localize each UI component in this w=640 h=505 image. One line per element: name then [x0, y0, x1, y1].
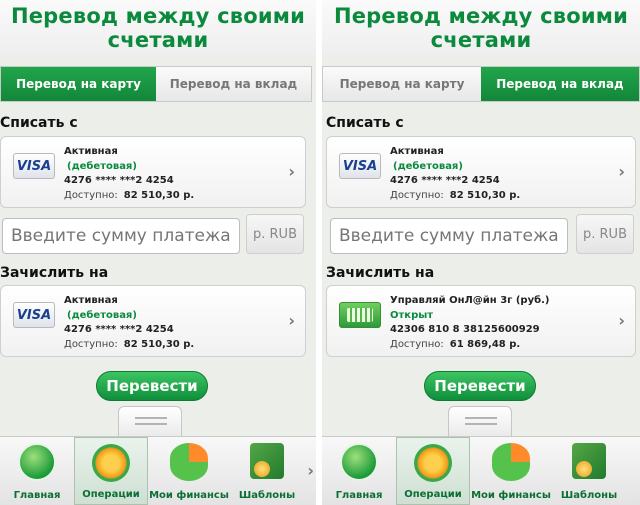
screen-deposit-transfer: Перевод между своими счетами Перевод на …	[322, 0, 640, 505]
visa-logo: VISA	[13, 302, 55, 328]
amount-input[interactable]	[330, 218, 568, 254]
chevron-right-icon: ›	[288, 311, 295, 330]
to-account-select[interactable]: Управляй ОнЛ@йн 3г (руб.) Открыт 42306 8…	[326, 285, 636, 357]
page-title-line1: Перевод между своими	[10, 4, 306, 28]
nav-home[interactable]: Главная	[0, 437, 74, 505]
tab-transfer-to-deposit[interactable]: Перевод на вклад	[481, 67, 639, 101]
currency-button[interactable]: р. RUB	[576, 214, 634, 254]
card-available: Доступно: 82 510,30 р.	[390, 190, 521, 201]
card-available: Доступно: 82 510,30 р.	[64, 190, 195, 201]
nav-operations[interactable]: Операции	[396, 437, 470, 505]
page-title-line2: счетами	[107, 28, 209, 52]
operations-icon	[414, 444, 452, 482]
drawer-handle[interactable]	[448, 406, 512, 438]
account-name: Управляй ОнЛ@йн 3г (руб.)	[390, 295, 550, 306]
transfer-button[interactable]: Перевести	[96, 371, 208, 401]
page-title: Перевод между своими счетами	[0, 0, 316, 58]
account-number: 42306 810 8 38125600929	[390, 324, 540, 335]
finances-icon	[492, 443, 530, 481]
nav-templates[interactable]: Шаблоны	[230, 437, 304, 505]
bottom-nav: Главная Операции Мои финансы Шаблоны ›	[0, 436, 316, 505]
home-icon	[18, 443, 56, 481]
drawer-handle[interactable]	[118, 406, 182, 438]
nav-home[interactable]: Главная	[322, 437, 396, 505]
sberbank-account-icon	[339, 302, 381, 328]
from-card-select[interactable]: VISA Активная (дебетовая) 4276 **** ***2…	[326, 136, 636, 208]
page-title-line1: Перевод между своими	[333, 4, 629, 28]
account-available: Доступно: 61 869,48 р.	[390, 339, 521, 350]
chevron-right-icon: ›	[288, 162, 295, 181]
card-number: 4276 **** ***2 4254	[390, 175, 500, 186]
chevron-right-icon[interactable]: ›	[307, 461, 314, 480]
from-card-select[interactable]: VISA Активная (дебетовая) 4276 **** ***2…	[0, 136, 306, 208]
templates-icon	[572, 443, 606, 479]
card-type: (дебетовая)	[67, 161, 137, 172]
finances-icon	[170, 443, 208, 481]
amount-input[interactable]	[2, 218, 240, 254]
tab-transfer-to-card[interactable]: Перевод на карту	[323, 67, 481, 101]
card-type: (дебетовая)	[67, 310, 137, 321]
to-card-select[interactable]: VISA Активная (дебетовая) 4276 **** ***2…	[0, 285, 306, 357]
account-status: Открыт	[390, 310, 434, 321]
chevron-right-icon: ›	[618, 311, 625, 330]
page-title-line2: счетами	[430, 28, 532, 52]
screen-card-transfer: Перевод между своими счетами Перевод на …	[0, 0, 316, 505]
transfer-tabs: Перевод на карту Перевод на вклад	[0, 66, 312, 102]
visa-logo: VISA	[13, 153, 55, 179]
home-icon	[340, 443, 378, 481]
card-name: Активная	[64, 295, 118, 306]
nav-templates[interactable]: Шаблоны	[552, 437, 626, 505]
tab-transfer-to-deposit[interactable]: Перевод на вклад	[156, 67, 311, 101]
to-label: Зачислить на	[0, 265, 109, 281]
nav-my-finances[interactable]: Мои финансы	[470, 437, 552, 505]
chevron-right-icon: ›	[618, 162, 625, 181]
visa-logo: VISA	[339, 153, 381, 179]
card-available: Доступно: 82 510,30 р.	[64, 339, 195, 350]
bottom-nav: Главная Операции Мои финансы Шаблоны	[322, 436, 640, 505]
currency-button[interactable]: р. RUB	[246, 214, 304, 254]
card-number: 4276 **** ***2 4254	[64, 175, 174, 186]
from-label: Списать с	[0, 115, 78, 131]
operations-icon	[92, 444, 130, 482]
transfer-tabs: Перевод на карту Перевод на вклад	[322, 66, 640, 102]
from-label: Списать с	[326, 115, 404, 131]
card-number: 4276 **** ***2 4254	[64, 324, 174, 335]
nav-operations[interactable]: Операции	[74, 437, 148, 505]
page-title: Перевод между своими счетами	[322, 0, 640, 58]
templates-icon	[250, 443, 284, 479]
card-name: Активная	[64, 146, 118, 157]
card-type: (дебетовая)	[393, 161, 463, 172]
to-label: Зачислить на	[326, 265, 435, 281]
nav-my-finances[interactable]: Мои финансы	[148, 437, 230, 505]
transfer-button[interactable]: Перевести	[424, 371, 536, 401]
card-name: Активная	[390, 146, 444, 157]
tab-transfer-to-card[interactable]: Перевод на карту	[1, 67, 156, 101]
